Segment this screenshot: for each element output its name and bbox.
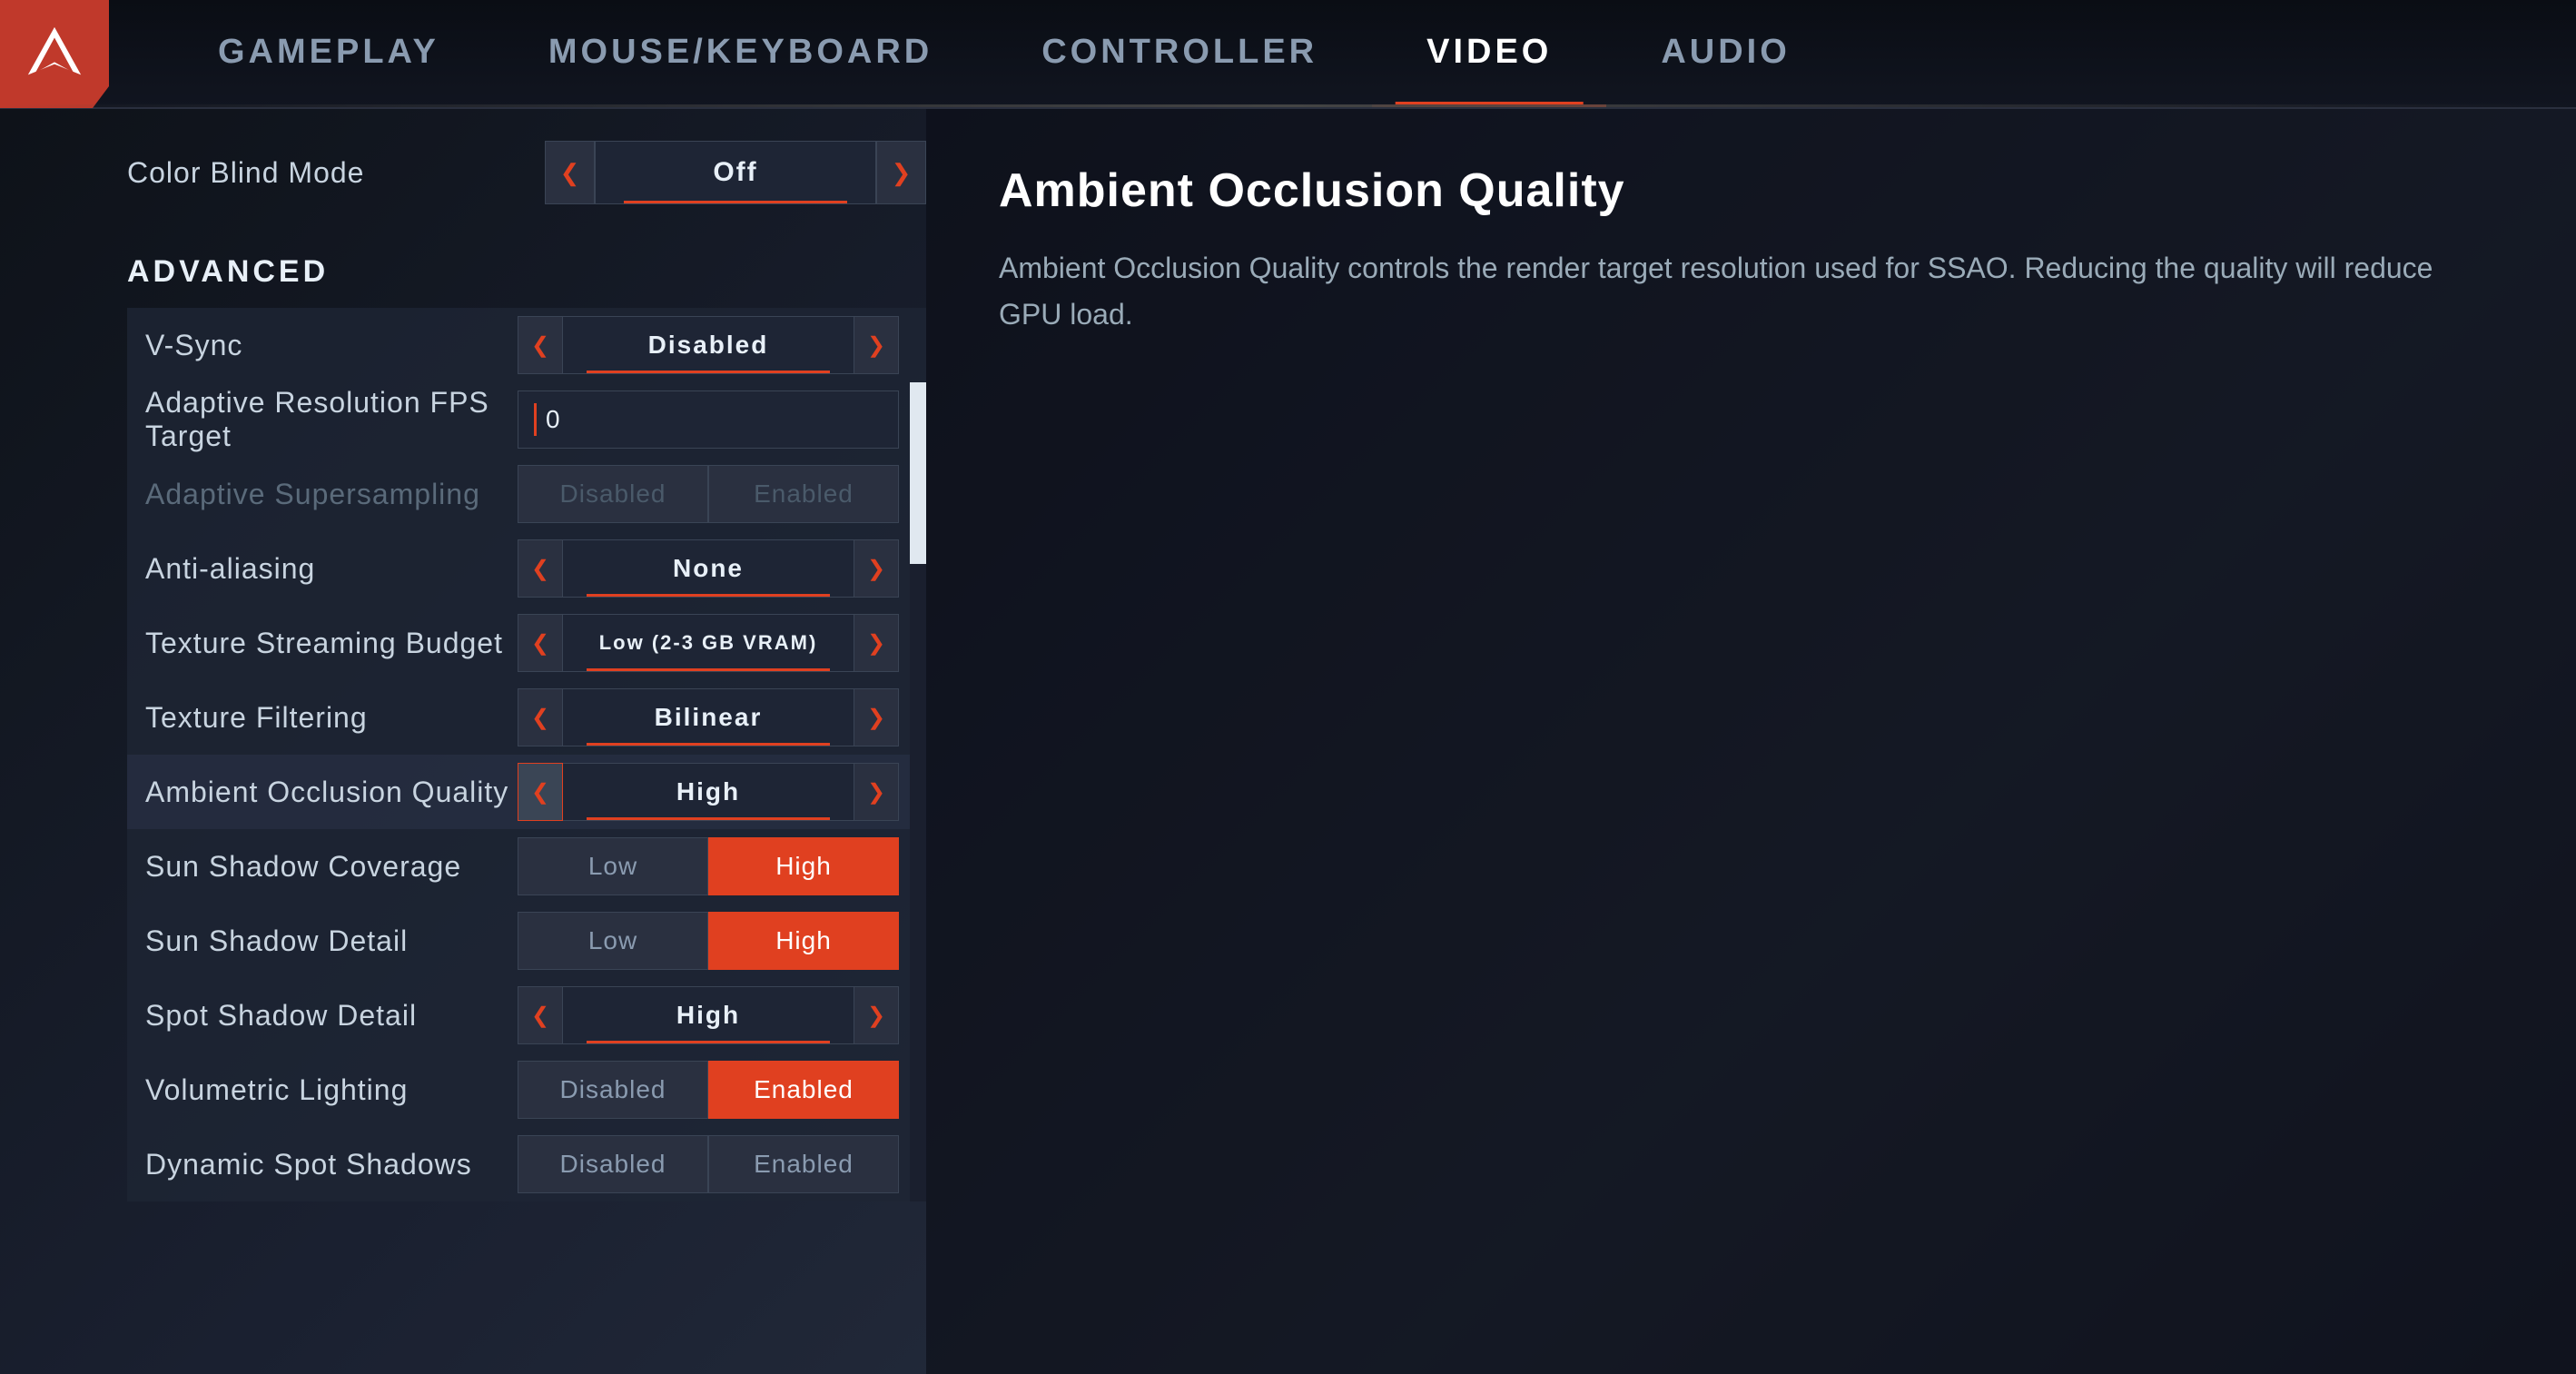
nav-underline bbox=[0, 104, 2576, 107]
spot-shadow-detail-next-btn[interactable]: ❯ bbox=[854, 986, 899, 1044]
settings-panel: Color Blind Mode ❮ Off ❯ ADVANCED V-Sync… bbox=[0, 109, 926, 1374]
apex-logo-icon bbox=[23, 22, 86, 85]
anti-aliasing-value: None bbox=[563, 539, 854, 598]
sun-shadow-coverage-control: Low High bbox=[518, 837, 899, 895]
ambient-occlusion-next-btn[interactable]: ❯ bbox=[854, 763, 899, 821]
vsync-value: Disabled bbox=[563, 316, 854, 374]
adaptive-res-input[interactable]: 0 bbox=[518, 390, 899, 449]
color-blind-mode-row: Color Blind Mode ❮ Off ❯ bbox=[127, 136, 926, 209]
sun-shadow-detail-label: Sun Shadow Detail bbox=[145, 924, 518, 958]
sun-shadow-detail-control: Low High bbox=[518, 912, 899, 970]
ambient-occlusion-value: High bbox=[563, 763, 854, 821]
color-blind-next-btn[interactable]: ❯ bbox=[876, 141, 926, 204]
nav-tabs: GAMEPLAY MOUSE/KEYBOARD CONTROLLER VIDEO… bbox=[163, 0, 1845, 107]
sun-shadow-detail-row: Sun Shadow Detail Low High bbox=[127, 904, 926, 978]
anti-aliasing-control: ❮ None ❯ bbox=[518, 539, 899, 598]
adaptive-res-label: Adaptive Resolution FPS Target bbox=[145, 386, 518, 453]
dynamic-spot-shadows-control: Disabled Enabled bbox=[518, 1135, 899, 1193]
spot-shadow-detail-value: High bbox=[563, 986, 854, 1044]
tab-video[interactable]: VIDEO bbox=[1372, 0, 1606, 107]
top-navigation: GAMEPLAY MOUSE/KEYBOARD CONTROLLER VIDEO… bbox=[0, 0, 2576, 109]
texture-filtering-prev-btn[interactable]: ❮ bbox=[518, 688, 563, 746]
volumetric-lighting-enabled-btn[interactable]: Enabled bbox=[708, 1061, 899, 1119]
anti-aliasing-row: Anti-aliasing ❮ None ❯ bbox=[127, 531, 926, 606]
texture-streaming-value: Low (2-3 GB VRAM) bbox=[563, 614, 854, 672]
sun-shadow-detail-high-btn[interactable]: High bbox=[708, 912, 899, 970]
texture-streaming-row: Texture Streaming Budget ❮ Low (2-3 GB V… bbox=[127, 606, 926, 680]
sun-shadow-detail-low-btn[interactable]: Low bbox=[518, 912, 708, 970]
dynamic-spot-shadows-enabled-btn[interactable]: Enabled bbox=[708, 1135, 899, 1193]
adaptive-super-control: Disabled Enabled bbox=[518, 465, 899, 523]
adaptive-super-label: Adaptive Supersampling bbox=[145, 478, 518, 511]
anti-aliasing-prev-btn[interactable]: ❮ bbox=[518, 539, 563, 598]
texture-filtering-label: Texture Filtering bbox=[145, 701, 518, 735]
spot-shadow-detail-control: ❮ High ❯ bbox=[518, 986, 899, 1044]
color-blind-value: Off bbox=[595, 141, 876, 204]
sun-shadow-coverage-low-btn[interactable]: Low bbox=[518, 837, 708, 895]
spot-shadow-detail-label: Spot Shadow Detail bbox=[145, 999, 518, 1033]
texture-filtering-row: Texture Filtering ❮ Bilinear ❯ bbox=[127, 680, 926, 755]
volumetric-lighting-disabled-btn[interactable]: Disabled bbox=[518, 1061, 708, 1119]
sun-shadow-coverage-high-btn[interactable]: High bbox=[708, 837, 899, 895]
texture-filtering-next-btn[interactable]: ❯ bbox=[854, 688, 899, 746]
dynamic-spot-shadows-label: Dynamic Spot Shadows bbox=[145, 1148, 518, 1181]
info-panel-description: Ambient Occlusion Quality controls the r… bbox=[999, 245, 2503, 338]
color-blind-control: ❮ Off ❯ bbox=[545, 141, 926, 204]
adaptive-res-row: Adaptive Resolution FPS Target 0 bbox=[127, 382, 926, 457]
vsync-row: V-Sync ❮ Disabled ❯ bbox=[127, 308, 926, 382]
spot-shadow-detail-row: Spot Shadow Detail ❮ High ❯ bbox=[127, 978, 926, 1053]
spot-shadow-detail-prev-btn[interactable]: ❮ bbox=[518, 986, 563, 1044]
volumetric-lighting-label: Volumetric Lighting bbox=[145, 1073, 518, 1107]
texture-streaming-next-btn[interactable]: ❯ bbox=[854, 614, 899, 672]
texture-filtering-value: Bilinear bbox=[563, 688, 854, 746]
texture-filtering-control: ❮ Bilinear ❯ bbox=[518, 688, 899, 746]
adaptive-super-row: Adaptive Supersampling Disabled Enabled bbox=[127, 457, 926, 531]
scrollbar-thumb[interactable] bbox=[910, 382, 926, 564]
ambient-occlusion-prev-btn[interactable]: ❮ bbox=[518, 763, 563, 821]
vsync-next-btn[interactable]: ❯ bbox=[854, 316, 899, 374]
settings-list: V-Sync ❮ Disabled ❯ Adaptive Resolution … bbox=[127, 308, 926, 1201]
vsync-label: V-Sync bbox=[145, 329, 518, 362]
anti-aliasing-label: Anti-aliasing bbox=[145, 552, 518, 586]
advanced-section-header: ADVANCED bbox=[127, 236, 926, 308]
dynamic-spot-shadows-row: Dynamic Spot Shadows Disabled Enabled bbox=[127, 1127, 926, 1201]
ambient-occlusion-control: ❮ High ❯ bbox=[518, 763, 899, 821]
adaptive-super-enabled-btn[interactable]: Enabled bbox=[708, 465, 899, 523]
ambient-occlusion-label: Ambient Occlusion Quality bbox=[145, 776, 518, 809]
color-blind-prev-btn[interactable]: ❮ bbox=[545, 141, 595, 204]
tab-gameplay[interactable]: GAMEPLAY bbox=[163, 0, 494, 107]
texture-streaming-label: Texture Streaming Budget bbox=[145, 627, 518, 660]
color-blind-mode-label: Color Blind Mode bbox=[127, 156, 545, 190]
tab-audio[interactable]: AUDIO bbox=[1606, 0, 1844, 107]
vsync-control: ❮ Disabled ❯ bbox=[518, 316, 899, 374]
ambient-occlusion-row: Ambient Occlusion Quality ❮ High ❯ bbox=[127, 755, 926, 829]
anti-aliasing-next-btn[interactable]: ❯ bbox=[854, 539, 899, 598]
volumetric-lighting-control: Disabled Enabled bbox=[518, 1061, 899, 1119]
sun-shadow-coverage-label: Sun Shadow Coverage bbox=[145, 850, 518, 884]
info-panel-title: Ambient Occlusion Quality bbox=[999, 163, 2503, 218]
apex-logo bbox=[0, 0, 109, 108]
texture-streaming-control: ❮ Low (2-3 GB VRAM) ❯ bbox=[518, 614, 899, 672]
vsync-prev-btn[interactable]: ❮ bbox=[518, 316, 563, 374]
texture-streaming-prev-btn[interactable]: ❮ bbox=[518, 614, 563, 672]
info-panel: Ambient Occlusion Quality Ambient Occlus… bbox=[926, 109, 2576, 1374]
scrollbar-track[interactable] bbox=[910, 382, 926, 1201]
adaptive-res-value: 0 bbox=[537, 405, 560, 434]
dynamic-spot-shadows-disabled-btn[interactable]: Disabled bbox=[518, 1135, 708, 1193]
tab-controller[interactable]: CONTROLLER bbox=[987, 0, 1372, 107]
volumetric-lighting-row: Volumetric Lighting Disabled Enabled bbox=[127, 1053, 926, 1127]
sun-shadow-coverage-row: Sun Shadow Coverage Low High bbox=[127, 829, 926, 904]
main-content: Color Blind Mode ❮ Off ❯ ADVANCED V-Sync… bbox=[0, 109, 2576, 1374]
tab-mouse-keyboard[interactable]: MOUSE/KEYBOARD bbox=[494, 0, 987, 107]
adaptive-super-disabled-btn[interactable]: Disabled bbox=[518, 465, 708, 523]
